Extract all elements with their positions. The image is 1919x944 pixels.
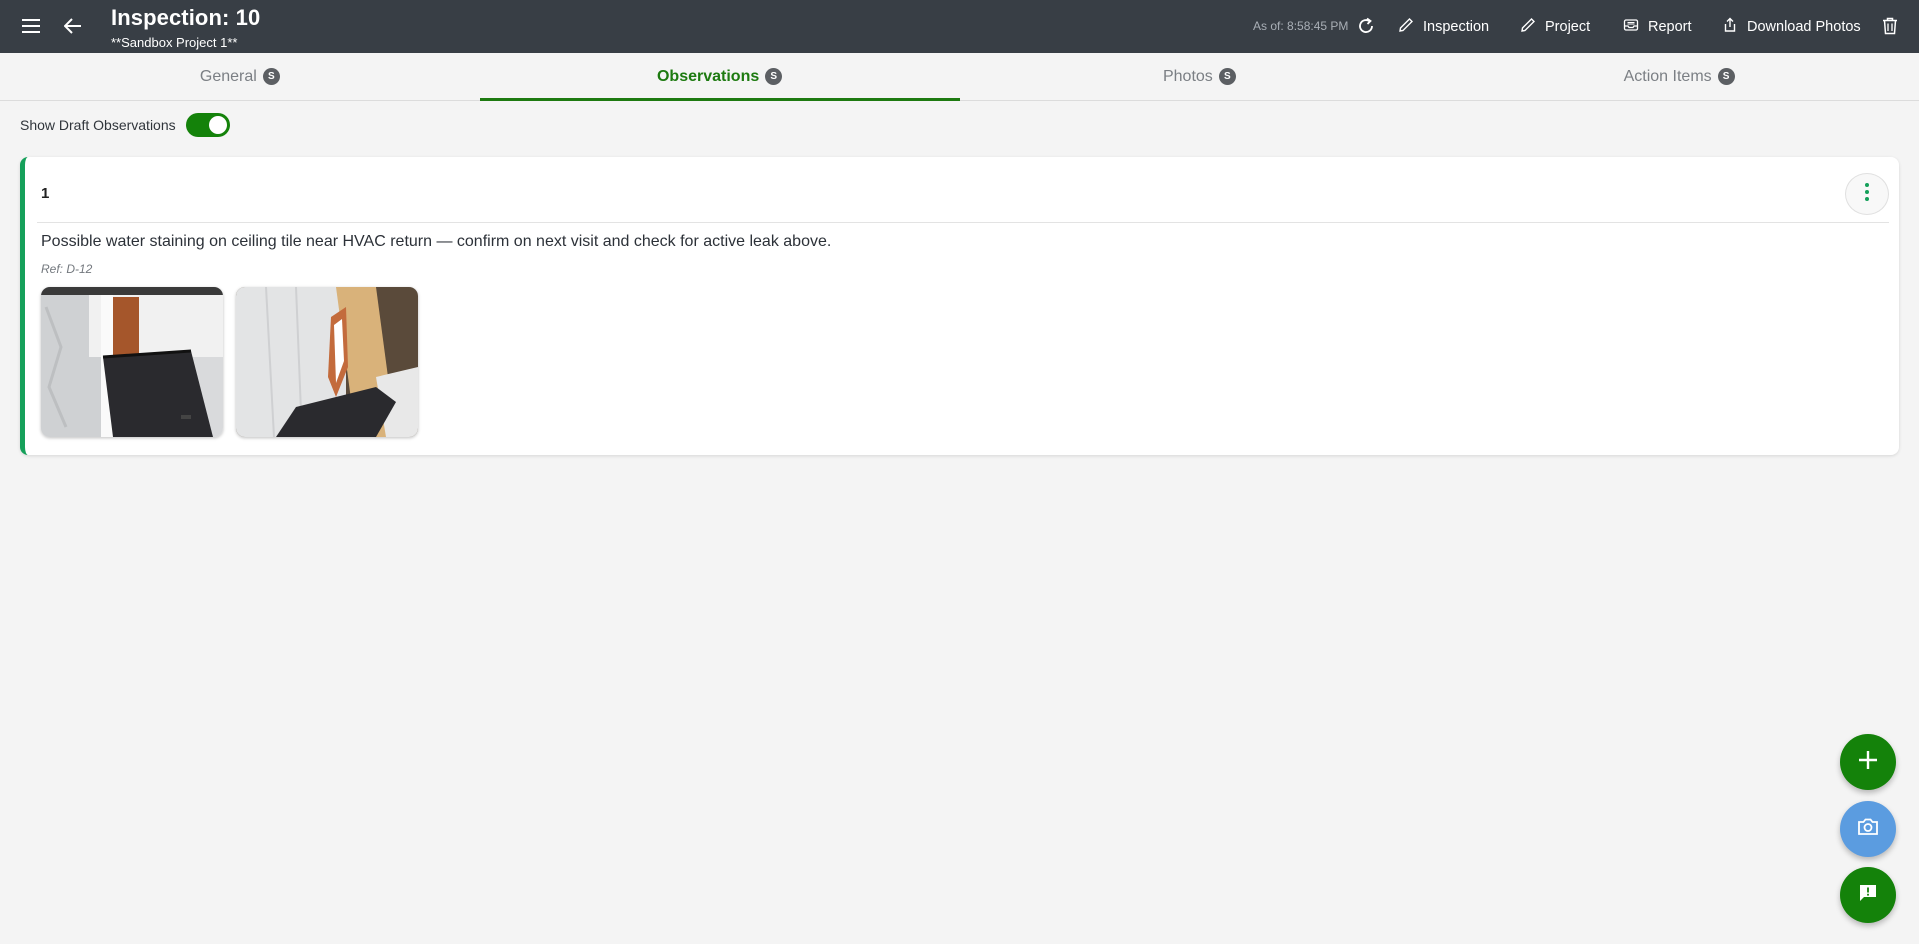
tab-badge: S [262,68,280,85]
refresh-icon[interactable] [1352,12,1380,40]
edit-project-label: Project [1545,19,1591,35]
project-name: **Sandbox Project 1** [111,35,238,50]
observation-photo[interactable] [41,287,223,437]
tab-action-items[interactable]: Action Items S [1439,53,1919,100]
tab-observations[interactable]: Observations S [479,53,960,101]
divider [37,222,1889,223]
more-options-button[interactable] [1845,173,1889,215]
top-bar: Inspection: 10 **Sandbox Project 1** As … [0,0,1919,53]
camera-button[interactable] [1840,801,1896,857]
tab-label: Observations [656,67,760,85]
tab-bar: General S Observations S Photos S Action… [0,53,1919,101]
camera-icon [1857,817,1879,842]
edit-project-button[interactable]: Project [1520,15,1590,39]
observation-card[interactable]: 1 Possible water staining on ceiling til… [20,157,1899,455]
tab-badge: S [1717,68,1735,85]
tab-badge: S [1218,68,1236,85]
feedback-icon [1858,883,1878,908]
add-observation-button[interactable] [1840,734,1896,790]
last-updated-time: As of: 8:58:45 PM [1253,19,1349,33]
observation-photo[interactable] [236,287,418,437]
tab-general[interactable]: General S [0,53,480,100]
page-title: Inspection: 10 [111,5,261,30]
observation-reference: Ref: D-12 [41,262,93,276]
observation-text: Possible water staining on ceiling tile … [41,233,832,250]
draft-toggle-row: Show Draft Observations [20,113,230,137]
menu-icon[interactable] [17,12,45,40]
trash-icon[interactable] [1876,12,1904,40]
tab-label: Photos [1162,67,1213,85]
edit-inspection-button[interactable]: Inspection [1398,15,1489,39]
report-icon [1623,17,1639,37]
plus-icon [1857,749,1879,776]
tab-photos[interactable]: Photos S [960,53,1440,100]
pencil-icon [1398,17,1414,37]
download-photos-button[interactable]: Download Photos [1722,15,1861,39]
draft-toggle-label: Show Draft Observations [20,117,176,133]
report-button[interactable]: Report [1623,15,1692,39]
tab-label: General [199,67,257,85]
edit-inspection-label: Inspection [1423,19,1490,35]
pencil-icon [1520,17,1536,37]
tab-badge: S [765,68,783,85]
observation-number: 1 [41,185,50,202]
tab-label: Action Items [1623,67,1712,85]
toggle-knob [208,116,227,134]
more-vert-icon [1864,182,1870,207]
feedback-button[interactable] [1840,867,1896,923]
draft-observations-toggle[interactable] [185,113,230,137]
report-label: Report [1648,19,1692,35]
download-photos-label: Download Photos [1747,19,1861,35]
back-arrow-icon[interactable] [59,12,87,40]
share-icon [1722,17,1738,37]
